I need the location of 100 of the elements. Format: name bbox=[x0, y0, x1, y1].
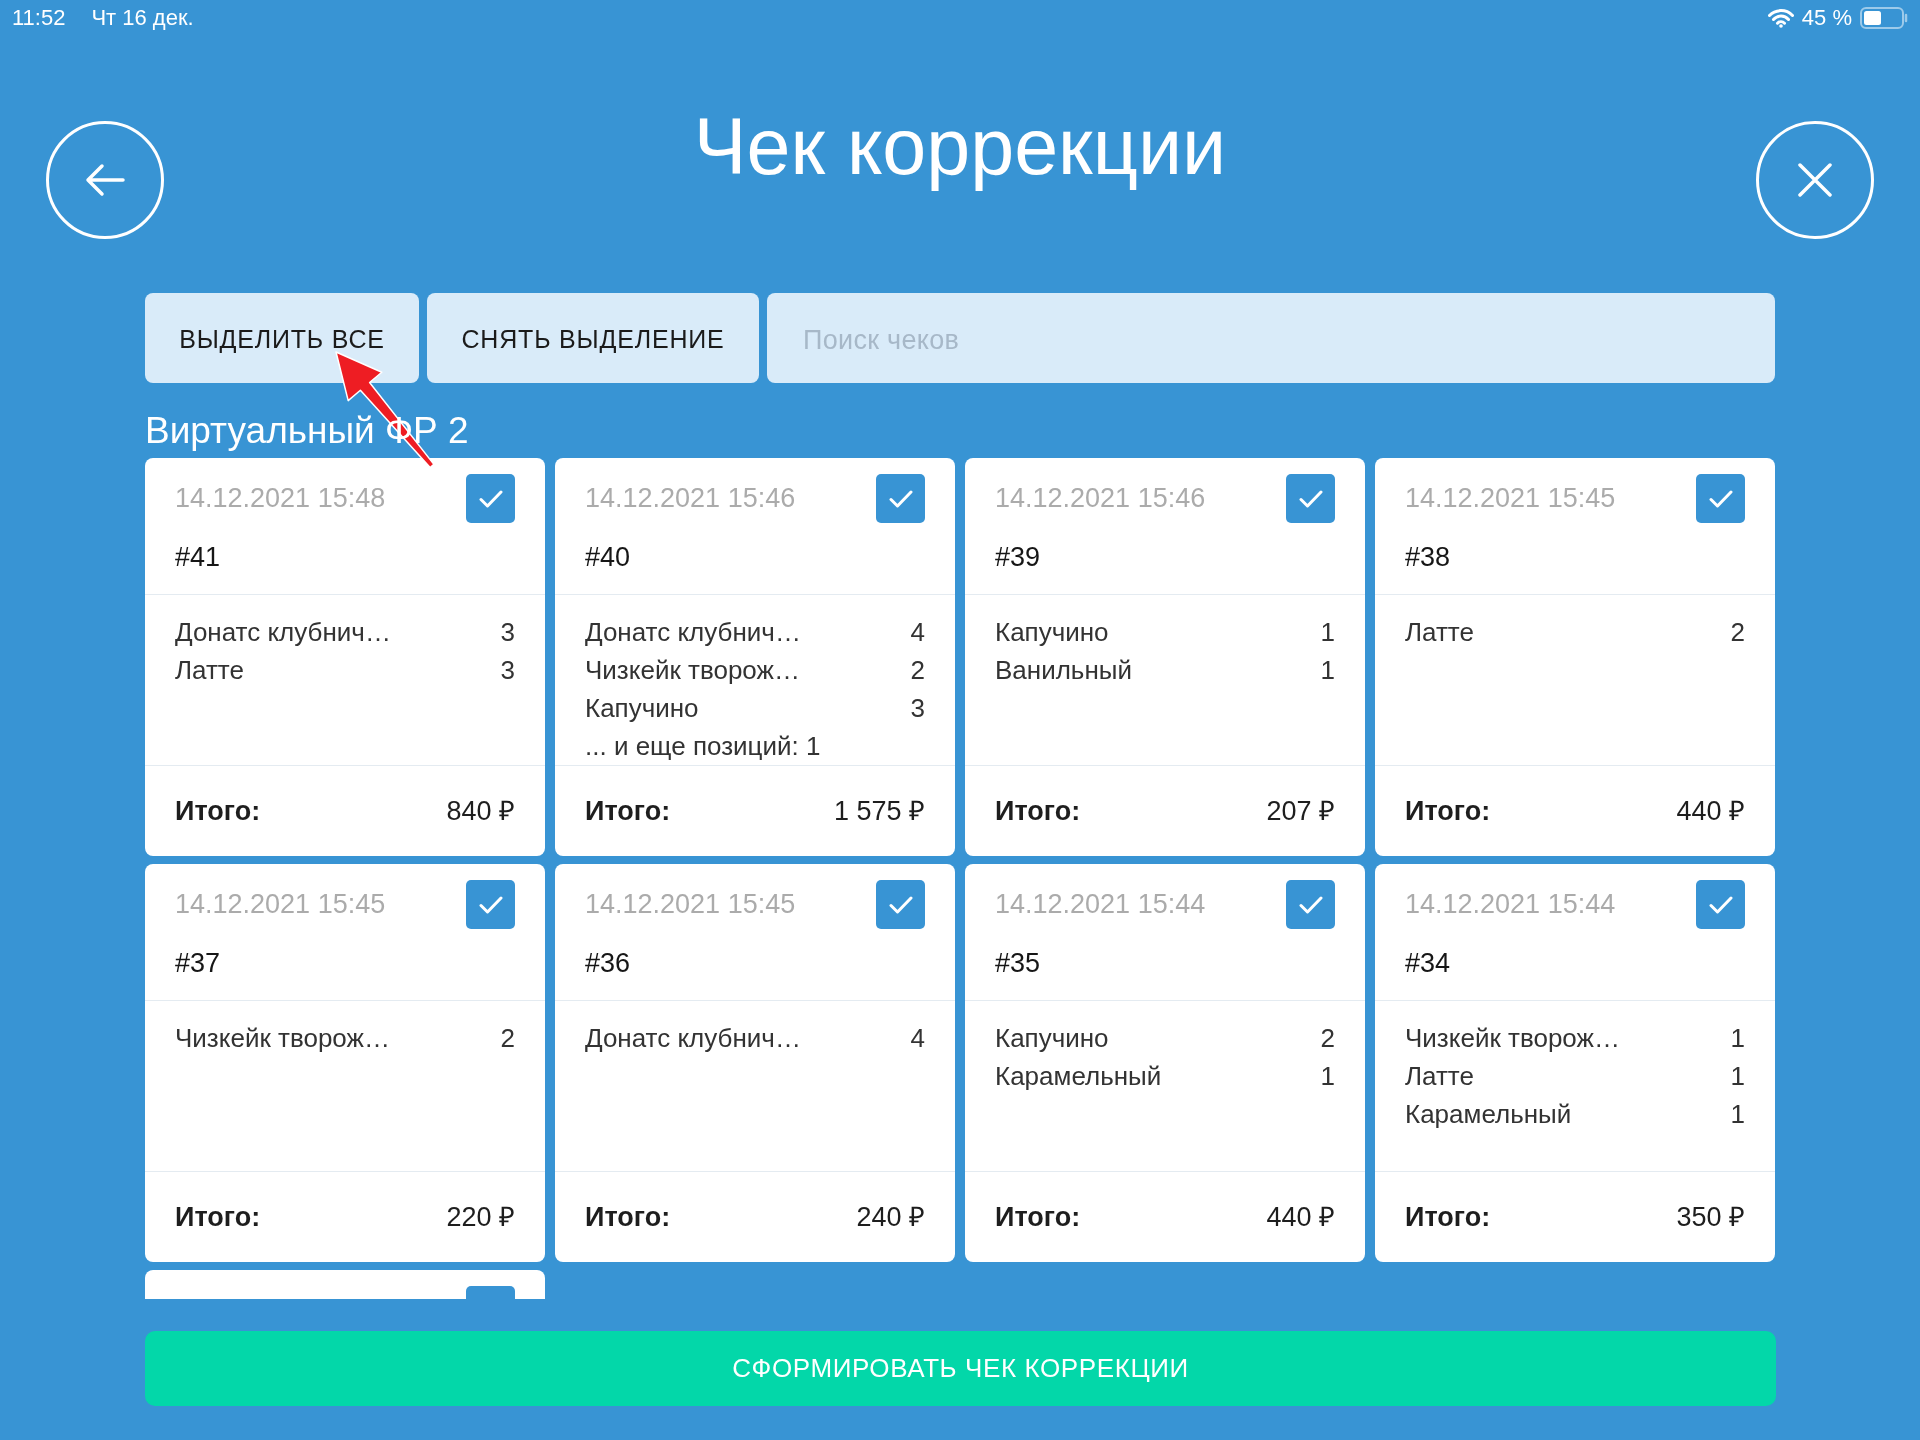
item-name: Латте bbox=[1405, 1060, 1474, 1093]
item-name: Латте bbox=[1405, 616, 1474, 649]
total-label: Итого: bbox=[175, 794, 261, 828]
more-items-note: ... и еще позиций: 1 bbox=[585, 730, 821, 763]
checkmark-icon bbox=[1298, 489, 1323, 508]
receipt-datetime: 14.12.2021 15:46 bbox=[995, 483, 1206, 513]
item-quantity: 2 bbox=[1320, 1022, 1335, 1055]
receipt-card[interactable]: 14.12.2021 15:45 #37 Чизкейк творож… 2 Итого: 220 ₽ bbox=[145, 864, 545, 1262]
checkmark-icon bbox=[478, 489, 503, 508]
total-label: Итого: bbox=[1405, 794, 1491, 828]
battery-percent: 45 % bbox=[1801, 5, 1852, 31]
receipt-number: #39 bbox=[995, 542, 1041, 572]
receipt-card[interactable]: 14.12.2021 15:46 #39 Капучино 1 Ванильный 1 Итого: 207 ₽ bbox=[965, 458, 1365, 856]
battery-icon bbox=[1860, 7, 1908, 29]
receipt-number: #41 bbox=[175, 542, 221, 572]
checkmark-icon bbox=[888, 489, 913, 508]
total-label: Итого: bbox=[995, 1200, 1081, 1234]
item-name: Капучино bbox=[585, 692, 699, 725]
checkmark-icon bbox=[478, 895, 503, 914]
checkbox[interactable] bbox=[466, 474, 515, 523]
total-label: Итого: bbox=[585, 1200, 671, 1234]
total-amount: 440 ₽ bbox=[1266, 1200, 1335, 1234]
item-name: Карамельный bbox=[995, 1060, 1162, 1093]
checkbox[interactable] bbox=[1286, 474, 1335, 523]
checkmark-icon bbox=[1708, 489, 1733, 508]
receipt-number: #38 bbox=[1405, 542, 1451, 572]
item-name: Капучино bbox=[995, 1022, 1109, 1055]
item-quantity: 1 bbox=[1730, 1022, 1745, 1055]
deselect-button[interactable]: СНЯТЬ ВЫДЕЛЕНИЕ bbox=[427, 293, 759, 383]
item-name: Донатс клубнич… bbox=[585, 616, 801, 649]
receipt-number: #37 bbox=[175, 948, 221, 978]
total-amount: 207 ₽ bbox=[1266, 794, 1335, 828]
checkbox[interactable] bbox=[1696, 474, 1745, 523]
item-quantity: 1 bbox=[1320, 654, 1335, 687]
item-quantity: 1 bbox=[1730, 1098, 1745, 1131]
item-quantity: 1 bbox=[1730, 1060, 1745, 1093]
checkbox[interactable] bbox=[1696, 880, 1745, 929]
checkbox[interactable] bbox=[876, 474, 925, 523]
receipt-datetime: 14.12.2021 15:45 bbox=[1405, 483, 1616, 513]
item-quantity: 3 bbox=[500, 616, 515, 649]
item-name: Чизкейк творож… bbox=[585, 654, 800, 687]
receipt-card[interactable]: 14.12.2021 15:45 #38 Латте 2 Итого: 440 ₽ bbox=[1375, 458, 1775, 856]
receipt-datetime: 14.12.2021 15:45 bbox=[585, 889, 796, 919]
total-amount: 440 ₽ bbox=[1676, 794, 1745, 828]
select-all-button[interactable]: ВЫДЕЛИТЬ ВСЕ bbox=[145, 293, 419, 383]
receipt-number: #35 bbox=[995, 948, 1041, 978]
checkbox[interactable] bbox=[466, 1286, 515, 1299]
arrow-left-icon bbox=[85, 163, 125, 197]
item-name: Ванильный bbox=[995, 654, 1132, 687]
item-quantity: 2 bbox=[500, 1022, 515, 1055]
receipt-number: #34 bbox=[1405, 948, 1451, 978]
wifi-icon bbox=[1767, 8, 1794, 28]
total-amount: 240 ₽ bbox=[856, 1200, 925, 1234]
status-time: 11:52 bbox=[12, 5, 66, 31]
item-name: Донатс клубнич… bbox=[585, 1022, 801, 1055]
item-quantity: 4 bbox=[910, 1022, 925, 1055]
close-icon bbox=[1798, 163, 1832, 197]
receipt-number: #36 bbox=[585, 948, 631, 978]
close-button[interactable] bbox=[1756, 121, 1874, 239]
item-name: Капучино bbox=[995, 616, 1109, 649]
item-quantity: 3 bbox=[910, 692, 925, 725]
total-amount: 840 ₽ bbox=[446, 794, 515, 828]
total-label: Итого: bbox=[175, 1200, 261, 1234]
receipt-card[interactable]: 14.12.2021 15:44 #34 Чизкейк творож… 1 Латте 1 Карамельный 1 Итого: 350 ₽ bbox=[1375, 864, 1775, 1262]
item-name: Чизкейк творож… bbox=[1405, 1022, 1620, 1055]
receipt-datetime: 14.12.2021 15:48 bbox=[175, 483, 386, 513]
receipt-number: #40 bbox=[585, 542, 631, 572]
item-name: Чизкейк творож… bbox=[175, 1022, 390, 1055]
receipt-card[interactable]: 14.12.2021 15:48 #41 Донатс клубнич… 3 Латте 3 Итого: 840 ₽ bbox=[145, 458, 545, 856]
receipt-datetime: 14.12.2021 15:46 bbox=[585, 483, 796, 513]
receipt-datetime: 14.12.2021 15:44 bbox=[1405, 889, 1616, 919]
checkmark-icon bbox=[1298, 895, 1323, 914]
item-name: Латте bbox=[175, 654, 244, 687]
item-quantity: 1 bbox=[1320, 616, 1335, 649]
checkbox[interactable] bbox=[1286, 880, 1335, 929]
receipt-card[interactable]: 14.12.2021 15:45 #36 Донатс клубнич… 4 Итого: 240 ₽ bbox=[555, 864, 955, 1262]
total-label: Итого: bbox=[585, 794, 671, 828]
checkbox[interactable] bbox=[466, 880, 515, 929]
status-date: Чт 16 дек. bbox=[91, 5, 194, 31]
receipt-datetime: 14.12.2021 15:44 bbox=[995, 889, 1206, 919]
item-quantity: 1 bbox=[1320, 1060, 1335, 1093]
item-quantity: 2 bbox=[1730, 616, 1745, 649]
item-name: Карамельный bbox=[1405, 1098, 1572, 1131]
total-label: Итого: bbox=[1405, 1200, 1491, 1234]
receipt-datetime: 14.12.2021 15:45 bbox=[175, 889, 386, 919]
total-amount: 350 ₽ bbox=[1676, 1200, 1745, 1234]
item-quantity: 3 bbox=[500, 654, 515, 687]
back-button[interactable] bbox=[46, 121, 164, 239]
item-quantity: 4 bbox=[910, 616, 925, 649]
checkmark-icon bbox=[1708, 895, 1733, 914]
checkmark-icon bbox=[888, 895, 913, 914]
receipt-card[interactable]: 14.12.2021 15:46 #40 Донатс клубнич… 4 Чизкейк творож… 2 Капучино 3 ... и еще позиций: 1 Итого: 1 575 ₽ bbox=[555, 458, 955, 856]
total-label: Итого: bbox=[995, 794, 1081, 828]
receipt-card[interactable] bbox=[145, 1270, 545, 1299]
checkbox[interactable] bbox=[876, 880, 925, 929]
total-amount: 1 575 ₽ bbox=[833, 794, 925, 828]
total-amount: 220 ₽ bbox=[446, 1200, 515, 1234]
receipt-card[interactable]: 14.12.2021 15:44 #35 Капучино 2 Карамельный 1 Итого: 440 ₽ bbox=[965, 864, 1365, 1262]
item-name: Донатс клубнич… bbox=[175, 616, 391, 649]
item-quantity: 2 bbox=[910, 654, 925, 687]
